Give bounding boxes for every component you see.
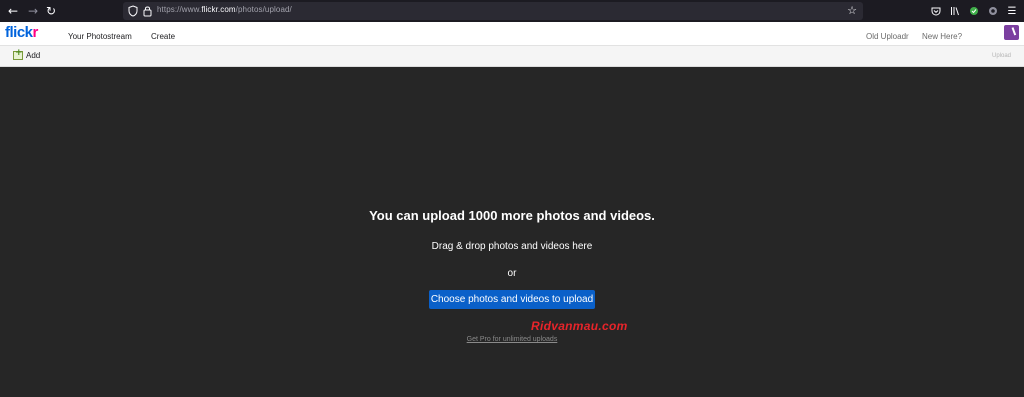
nav-create[interactable]: Create bbox=[151, 32, 175, 41]
new-here-link[interactable]: New Here? bbox=[922, 32, 962, 41]
pocket-icon[interactable] bbox=[928, 3, 944, 19]
extension-icon[interactable] bbox=[985, 3, 1001, 19]
add-photo-icon bbox=[13, 48, 23, 60]
upload-button[interactable]: Upload bbox=[992, 53, 1011, 59]
watermark: Ridvanmau.com bbox=[531, 319, 628, 333]
address-bar[interactable]: https://www.flickr.com/photos/upload/ ☆ bbox=[123, 2, 863, 20]
get-pro-link[interactable]: Get Pro for unlimited uploads bbox=[0, 336, 1024, 343]
nav-your-photostream[interactable]: Your Photostream bbox=[68, 32, 132, 41]
menu-icon[interactable]: ☰ bbox=[1004, 3, 1020, 19]
lock-icon[interactable] bbox=[143, 5, 152, 17]
url-text[interactable]: https://www.flickr.com/photos/upload/ bbox=[157, 5, 292, 14]
old-uploadr-link[interactable]: Old Uploadr bbox=[866, 32, 909, 41]
choose-files-button[interactable]: Choose photos and videos to upload bbox=[429, 290, 595, 309]
flickr-logo[interactable]: flickr bbox=[5, 24, 38, 41]
add-label: Add bbox=[26, 51, 41, 60]
drop-zone[interactable]: You can upload 1000 more photos and vide… bbox=[0, 67, 1024, 397]
reload-icon[interactable]: ↻ bbox=[42, 2, 60, 20]
avatar[interactable] bbox=[1004, 25, 1019, 40]
drag-drop-text: Drag & drop photos and videos here bbox=[431, 241, 593, 252]
shield-icon[interactable] bbox=[128, 5, 138, 17]
extension-icon[interactable] bbox=[966, 3, 982, 19]
forward-arrow-icon[interactable]: → bbox=[24, 2, 42, 20]
library-icon[interactable] bbox=[947, 3, 963, 19]
site-header: flickr Your Photostream Create Old Uploa… bbox=[0, 22, 1024, 46]
browser-toolbar: ← → ↻ https://www.flickr.com/photos/uplo… bbox=[0, 0, 1024, 22]
or-separator: or bbox=[507, 268, 517, 279]
bookmark-star-icon[interactable]: ☆ bbox=[847, 4, 857, 17]
upload-toolbar: Add Upload bbox=[0, 46, 1024, 67]
add-button[interactable]: Add bbox=[13, 48, 41, 60]
upload-headline: You can upload 1000 more photos and vide… bbox=[369, 208, 655, 223]
back-arrow-icon[interactable]: ← bbox=[4, 2, 22, 20]
